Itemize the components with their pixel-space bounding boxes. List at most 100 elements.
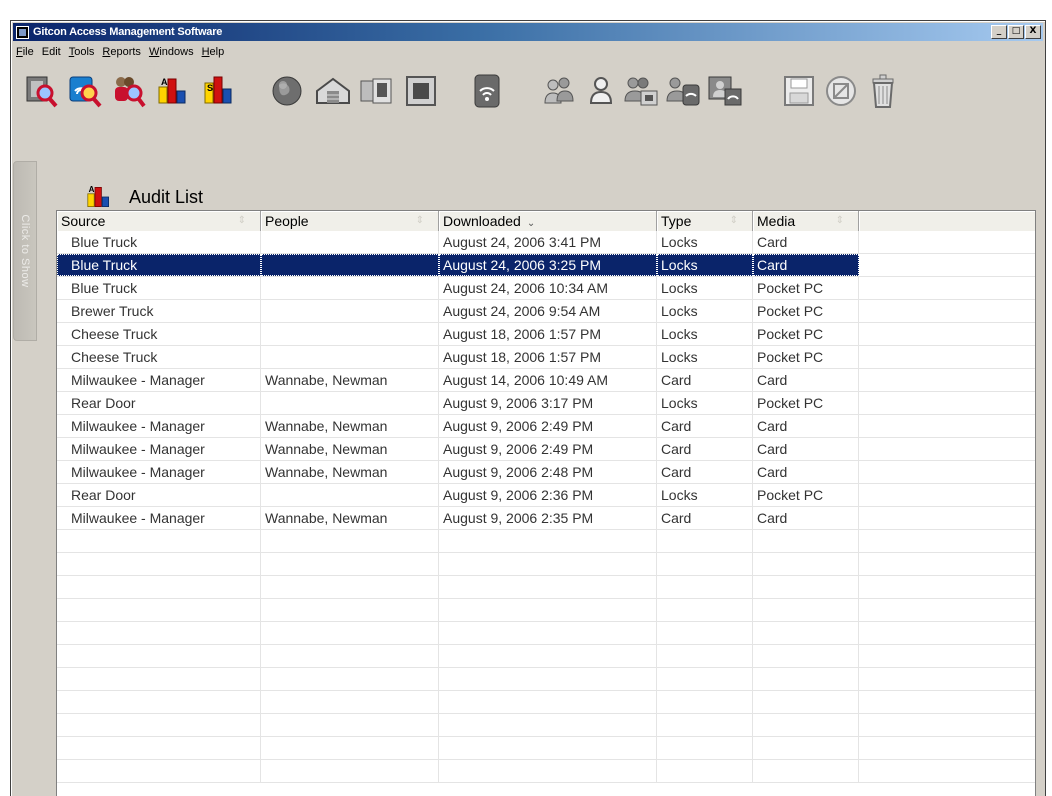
menu-windows[interactable]: Windows [146, 46, 199, 58]
trash-icon[interactable] [863, 71, 903, 111]
column-sort-icon: ⇕ [415, 215, 424, 226]
table-row-empty [57, 760, 1035, 783]
table-row-empty [57, 645, 1035, 668]
cell-people [261, 323, 439, 345]
group-wireless-icon[interactable] [663, 71, 703, 111]
column-header-media[interactable]: Media ⇕ [753, 211, 859, 231]
table-row[interactable]: Cheese Truck August 18, 2006 1:57 PM Locks… [57, 346, 1035, 369]
table-row-empty [57, 553, 1035, 576]
app-icon[interactable] [16, 25, 29, 39]
table-row[interactable]: Blue Truck August 24, 2006 3:25 PM Locks Ca… [57, 254, 1035, 277]
column-header-people[interactable]: People ⇕ [261, 211, 439, 231]
cell-type [657, 668, 753, 690]
search-door-icon[interactable] [21, 71, 61, 111]
group-icon[interactable] [539, 71, 579, 111]
table-row-empty [57, 691, 1035, 714]
table-row[interactable]: Blue Truck August 24, 2006 10:34 AM Locks P… [57, 277, 1035, 300]
cell-downloaded: August 9, 2006 2:49 PM [439, 415, 657, 437]
minimize-button[interactable]: _ [991, 25, 1007, 39]
cell-media: Pocket PC [753, 346, 859, 368]
building-icon[interactable] [313, 71, 353, 111]
svg-text:S: S [207, 83, 213, 93]
cell-downloaded: August 9, 2006 2:48 PM [439, 461, 657, 483]
cell-type [657, 576, 753, 598]
column-header-downloaded[interactable]: Downloaded ⌄ [439, 211, 657, 231]
cell-media: Pocket PC [753, 300, 859, 322]
cell-source: Milwaukee - Manager [57, 461, 261, 483]
audit-report-alt-icon[interactable]: S [199, 71, 239, 111]
search-wifi-icon[interactable] [65, 71, 105, 111]
cell-source: Milwaukee - Manager [57, 415, 261, 437]
cell-people [261, 760, 439, 782]
panel-title: Audit List [129, 186, 204, 207]
column-header-filler [859, 211, 1035, 231]
sort-descending-icon: ⌄ [526, 218, 536, 229]
group-network-icon[interactable] [705, 71, 745, 111]
lock-panel-icon[interactable] [401, 71, 441, 111]
table-row[interactable]: Rear Door August 9, 2006 2:36 PM Locks Pock… [57, 484, 1035, 507]
table-row-empty [57, 622, 1035, 645]
card-reader-icon[interactable] [357, 71, 397, 111]
wireless-lock-icon[interactable] [467, 71, 507, 111]
cell-filler [859, 645, 1035, 667]
cell-media: Card [753, 254, 859, 276]
cell-downloaded [439, 714, 657, 736]
column-header-media-label: Media [757, 213, 796, 229]
table-row[interactable]: Milwaukee - Manager Wannabe, Newman August… [57, 369, 1035, 392]
column-header-type[interactable]: Type ⇕ [657, 211, 753, 231]
table-row[interactable]: Cheese Truck August 18, 2006 1:57 PM Locks… [57, 323, 1035, 346]
menu-file-label: File [16, 46, 34, 58]
menu-file[interactable]: File [13, 46, 39, 58]
cell-downloaded: August 24, 2006 3:25 PM [439, 254, 657, 276]
table-row[interactable]: Milwaukee - Manager Wannabe, Newman August… [57, 438, 1035, 461]
table-row[interactable]: Milwaukee - Manager Wannabe, Newman August… [57, 415, 1035, 438]
cell-source: Blue Truck [57, 231, 261, 253]
save-icon[interactable] [779, 71, 819, 111]
cell-downloaded [439, 530, 657, 552]
cell-people [261, 668, 439, 690]
column-header-source[interactable]: Source ⇕ [57, 211, 261, 231]
globe-icon[interactable] [267, 71, 307, 111]
menu-help[interactable]: Help [199, 46, 230, 58]
user-icon[interactable] [581, 71, 621, 111]
table-row-empty [57, 668, 1035, 691]
search-people-icon[interactable] [109, 71, 149, 111]
column-sort-icon: ⇕ [729, 215, 738, 226]
cell-source: Brewer Truck [57, 300, 261, 322]
group-card-icon[interactable] [621, 71, 661, 111]
cell-filler [859, 691, 1035, 713]
cell-filler [859, 668, 1035, 690]
sidebar-show-tab[interactable]: Click to Show [13, 161, 37, 341]
cell-filler [859, 484, 1035, 506]
cell-type [657, 599, 753, 621]
cell-source [57, 576, 261, 598]
cell-media [753, 668, 859, 690]
cell-filler [859, 553, 1035, 575]
cell-source [57, 760, 261, 782]
cell-people [261, 553, 439, 575]
cancel-icon[interactable] [821, 71, 861, 111]
cell-people: Wannabe, Newman [261, 438, 439, 460]
title-bar[interactable]: Gitcon Access Management Software _ □ X [13, 23, 1043, 41]
menu-tools[interactable]: Tools [66, 46, 100, 58]
cell-media [753, 576, 859, 598]
audit-report-icon[interactable]: A [153, 71, 193, 111]
cell-source: Blue Truck [57, 254, 261, 276]
maximize-button[interactable]: □ [1008, 25, 1024, 39]
cell-downloaded: August 9, 2006 2:49 PM [439, 438, 657, 460]
cell-filler [859, 714, 1035, 736]
cell-source: Rear Door [57, 484, 261, 506]
table-row[interactable]: Blue Truck August 24, 2006 3:41 PM Locks Ca… [57, 231, 1035, 254]
table-row[interactable]: Milwaukee - Manager Wannabe, Newman August… [57, 507, 1035, 530]
menu-bar: File Edit Tools Reports Windows Help [13, 43, 229, 61]
menu-edit[interactable]: Edit [39, 46, 66, 58]
table-row[interactable]: Rear Door August 9, 2006 3:17 PM Locks Pock… [57, 392, 1035, 415]
close-button[interactable]: X [1025, 25, 1041, 39]
table-header: Source ⇕ People ⇕ Downloaded ⌄ Type ⇕ Media ⇕ [57, 211, 1035, 231]
menu-reports[interactable]: Reports [99, 46, 146, 58]
cell-media [753, 622, 859, 644]
table-row-empty [57, 737, 1035, 760]
cell-type: Card [657, 415, 753, 437]
table-row[interactable]: Milwaukee - Manager Wannabe, Newman August… [57, 461, 1035, 484]
table-row[interactable]: Brewer Truck August 24, 2006 9:54 AM Locks… [57, 300, 1035, 323]
